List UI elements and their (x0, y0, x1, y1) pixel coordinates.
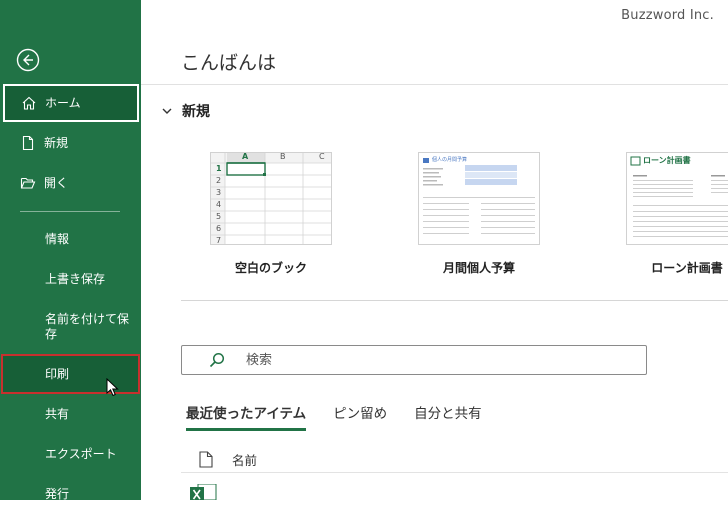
template-blank-workbook[interactable]: A B C 1 2 3 4 5 6 7 空白のブック (210, 152, 332, 276)
backstage-sidebar: ホーム 新規 開く 情報 上書き保存 名前を付けて保 存 印刷 共有 エクスポー… (0, 0, 141, 501)
mouse-cursor-icon (106, 378, 119, 397)
sidebar-item-info[interactable]: 情報 (0, 220, 141, 258)
column-header: B (280, 152, 286, 161)
column-header: A (242, 152, 249, 161)
sidebar-item-label: 発行 (45, 486, 70, 501)
new-section-header[interactable]: 新規 (160, 101, 210, 121)
divider (141, 84, 728, 85)
row-header: 1 (216, 164, 222, 173)
template-thumbnail: 個人の月間予算 (418, 152, 540, 245)
sidebar-item-export[interactable]: エクスポート (0, 435, 141, 473)
sidebar-item-label: 開く (44, 175, 69, 190)
sidebar-divider (20, 211, 120, 212)
template-header: ローン計画書 (643, 156, 691, 165)
template-loan-planner[interactable]: ローン計画書 ローン計画書 (626, 152, 728, 276)
home-icon (21, 95, 37, 111)
chevron-down-icon (162, 108, 172, 114)
loan-preview (630, 156, 728, 237)
sidebar-item-share[interactable]: 共有 (0, 395, 141, 433)
sidebar-item-save-as[interactable]: 名前を付けて保 存 (0, 307, 141, 347)
sidebar-item-label: 上書き保存 (45, 271, 106, 286)
row-header: 4 (216, 200, 222, 209)
file-list-header: 名前 (181, 446, 728, 473)
sidebar-item-label: 情報 (45, 231, 70, 246)
column-header: C (319, 152, 325, 161)
sidebar-item-save[interactable]: 上書き保存 (0, 260, 141, 298)
sidebar-item-label: 新規 (44, 135, 69, 150)
file-tabs: 最近使ったアイテム ピン留め 自分と共有 (186, 402, 509, 431)
tab-pinned[interactable]: ピン留め (333, 402, 387, 431)
new-document-icon (20, 135, 36, 151)
tab-shared-with-me[interactable]: 自分と共有 (414, 402, 482, 431)
sidebar-item-new[interactable]: 新規 (0, 124, 141, 162)
row-header: 5 (216, 212, 222, 221)
sidebar-item-label: エクスポート (45, 446, 117, 461)
back-arrow-icon (16, 48, 40, 72)
template-label: ローン計画書 (651, 261, 723, 275)
watermark: Buzzword Inc. (621, 8, 714, 23)
blank-workbook-grid (211, 153, 331, 244)
section-title: 新規 (182, 104, 210, 120)
sidebar-item-publish[interactable]: 発行 (0, 475, 141, 513)
back-button[interactable] (16, 48, 40, 72)
file-type-icon (199, 450, 213, 468)
template-label: 月間個人予算 (442, 261, 515, 275)
search-input[interactable] (244, 351, 608, 369)
template-header: 個人の月間予算 (432, 157, 468, 163)
divider (181, 300, 728, 301)
sidebar-item-label: 印刷 (45, 366, 70, 381)
sidebar-item-open[interactable]: 開く (0, 164, 141, 202)
greeting-title: こんばんは (181, 52, 277, 74)
open-folder-icon (20, 175, 36, 191)
search-box[interactable] (181, 345, 647, 375)
search-icon (209, 352, 225, 368)
column-name-header[interactable]: 名前 (232, 450, 257, 469)
sidebar-item-label: 名前を付けて保 存 (45, 312, 130, 341)
template-thumbnail: ローン計画書 (626, 152, 728, 245)
budget-preview (423, 158, 535, 234)
template-thumbnail: A B C 1 2 3 4 5 6 7 (210, 152, 332, 245)
sidebar-item-label: 共有 (45, 406, 70, 421)
row-header: 6 (216, 224, 222, 233)
sidebar-item-label: ホーム (45, 95, 81, 110)
sidebar-item-home[interactable]: ホーム (3, 84, 139, 122)
row-header: 2 (216, 176, 222, 185)
tab-recent[interactable]: 最近使ったアイテム (186, 402, 307, 431)
template-monthly-budget[interactable]: 個人の月間予算 月間個人予算 (418, 152, 540, 276)
template-label: 空白のブック (234, 261, 307, 275)
excel-file-icon (190, 484, 217, 500)
row-header: 7 (216, 236, 222, 245)
row-header: 3 (216, 188, 222, 197)
